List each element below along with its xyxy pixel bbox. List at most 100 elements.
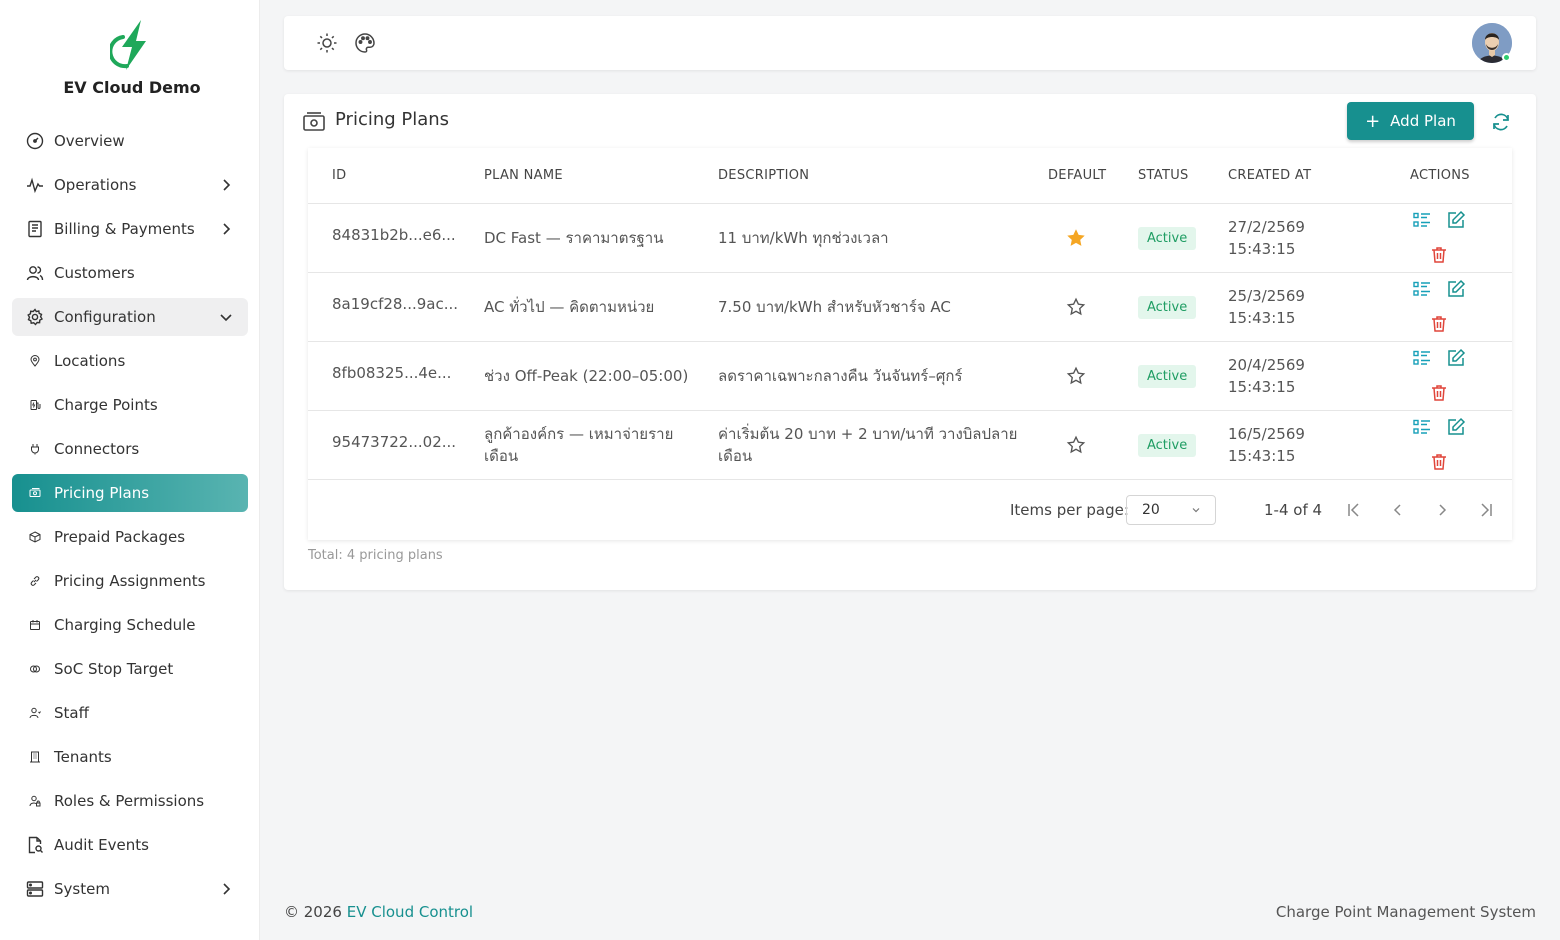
app-name: EV Cloud Demo: [63, 78, 201, 97]
table-header: ID PLAN NAME DESCRIPTION DEFAULT STATUS …: [308, 148, 1512, 204]
last-page-icon[interactable]: [1476, 500, 1496, 520]
details-list-icon[interactable]: [1412, 349, 1432, 369]
money-icon: [26, 484, 44, 502]
sun-icon[interactable]: [316, 32, 338, 54]
column-header-description[interactable]: DESCRIPTION: [718, 168, 809, 183]
sidebar-item-label: System: [54, 880, 110, 898]
paginator: Items per page: 20 1-4 of 4: [308, 480, 1512, 540]
next-page-icon[interactable]: [1432, 500, 1452, 520]
created-time: 15:43:15: [1228, 378, 1296, 396]
edit-icon[interactable]: [1446, 348, 1466, 368]
footer-brand-link[interactable]: EV Cloud Control: [347, 903, 473, 921]
plan-id: 95473722...02...: [332, 433, 457, 451]
chevron-down-icon: [220, 314, 232, 322]
star-outline-icon[interactable]: [1065, 434, 1087, 456]
delete-icon[interactable]: [1429, 314, 1449, 334]
sidebar-item-label: Operations: [54, 176, 137, 194]
sidebar-item-system[interactable]: System: [12, 870, 248, 908]
plus-icon: +: [1365, 110, 1381, 132]
sidebar-item-locations[interactable]: Locations: [12, 342, 248, 380]
footer-system-name: Charge Point Management System: [1275, 903, 1536, 921]
details-list-icon[interactable]: [1412, 418, 1432, 438]
column-header-actions: ACTIONS: [1410, 168, 1470, 183]
avatar[interactable]: [1472, 23, 1512, 63]
palette-icon[interactable]: [354, 32, 376, 54]
sidebar-item-prepaid-packages[interactable]: Prepaid Packages: [12, 518, 248, 556]
page-range: 1-4 of 4: [1264, 501, 1323, 519]
details-list-icon[interactable]: [1412, 280, 1432, 300]
star-filled-icon[interactable]: [1065, 227, 1087, 249]
sidebar-item-overview[interactable]: Overview: [12, 122, 248, 160]
column-header-created-at[interactable]: CREATED AT: [1228, 168, 1311, 183]
online-status-dot: [1502, 53, 1511, 62]
sidebar-item-charge-points[interactable]: Charge Points: [12, 386, 248, 424]
sidebar-item-pricing-assignments[interactable]: Pricing Assignments: [12, 562, 248, 600]
gauge-icon: [26, 132, 44, 150]
money-icon: [303, 112, 325, 131]
sidebar-item-soc-stop-target[interactable]: SoC Stop Target: [12, 650, 248, 688]
created-date: 16/5/2569: [1228, 425, 1305, 443]
sidebar-item-audit-events[interactable]: Audit Events: [12, 826, 248, 864]
pulse-icon: [26, 176, 44, 194]
column-header-status[interactable]: STATUS: [1138, 168, 1189, 183]
add-plan-label: Add Plan: [1390, 112, 1456, 130]
footer-copyright: © 2026 EV Cloud Control: [284, 903, 473, 921]
sidebar-item-billing[interactable]: Billing & Payments: [12, 210, 248, 248]
star-outline-icon[interactable]: [1065, 296, 1087, 318]
first-page-icon[interactable]: [1344, 500, 1364, 520]
edit-icon[interactable]: [1446, 279, 1466, 299]
sidebar-item-label: Charge Points: [54, 396, 158, 414]
sidebar-item-connectors[interactable]: Connectors: [12, 430, 248, 468]
link-icon: [26, 572, 44, 590]
sidebar-item-label: Prepaid Packages: [54, 528, 186, 546]
add-plan-button[interactable]: + Add Plan: [1347, 102, 1474, 140]
previous-page-icon[interactable]: [1388, 500, 1408, 520]
plug-icon: [26, 440, 44, 458]
refresh-icon[interactable]: [1490, 111, 1512, 133]
sidebar-item-charging-schedule[interactable]: Charging Schedule: [12, 606, 248, 644]
delete-icon[interactable]: [1429, 383, 1449, 403]
edit-icon[interactable]: [1446, 417, 1466, 437]
star-outline-icon[interactable]: [1065, 365, 1087, 387]
edit-icon[interactable]: [1446, 210, 1466, 230]
sidebar-item-label: Billing & Payments: [54, 220, 195, 238]
sidebar-item-configuration[interactable]: Configuration: [12, 298, 248, 336]
sidebar-item-label: Customers: [54, 264, 135, 282]
status-badge: Active: [1138, 227, 1197, 250]
sidebar-item-tenants[interactable]: Tenants: [12, 738, 248, 776]
sidebar-item-label: SoC Stop Target: [54, 660, 174, 678]
sidebar-item-staff[interactable]: Staff: [12, 694, 248, 732]
items-per-page-select[interactable]: 20: [1126, 495, 1216, 525]
sidebar-item-roles-permissions[interactable]: Roles & Permissions: [12, 782, 248, 820]
status-badge: Active: [1138, 365, 1197, 388]
status-badge: Active: [1138, 434, 1197, 457]
charger-icon: [26, 396, 44, 414]
table-row[interactable]: 95473722...02... ลูกค้าองค์กร — เหมาจ่าย…: [308, 411, 1512, 480]
sidebar-item-customers[interactable]: Customers: [12, 254, 248, 292]
plan-name: ลูกค้าองค์กร — เหมาจ่ายรายเดือน: [484, 425, 674, 465]
pricing-plans-card: Pricing Plans + Add Plan ID PLAN NAME DE…: [284, 94, 1536, 590]
column-header-default[interactable]: DEFAULT: [1048, 168, 1106, 183]
sidebar-item-label: Locations: [54, 352, 126, 370]
details-list-icon[interactable]: [1412, 211, 1432, 231]
created-time: 15:43:15: [1228, 447, 1296, 465]
delete-icon[interactable]: [1429, 452, 1449, 472]
sidebar-item-operations[interactable]: Operations: [12, 166, 248, 204]
box-icon: [26, 528, 44, 546]
created-date: 20/4/2569: [1228, 356, 1305, 374]
page-title: Pricing Plans: [335, 109, 450, 130]
sidebar-item-pricing-plans[interactable]: Pricing Plans: [12, 474, 248, 512]
column-header-id[interactable]: ID: [332, 168, 346, 183]
created-time: 15:43:15: [1228, 309, 1296, 327]
plan-name: DC Fast — ราคามาตรฐาน: [484, 229, 664, 247]
table-row[interactable]: 8fb08325...4e... ช่วง Off-Peak (22:00–05…: [308, 342, 1512, 411]
plan-description: ลดราคาเฉพาะกลางคืน วันจันทร์–ศุกร์: [718, 367, 963, 385]
delete-icon[interactable]: [1429, 245, 1449, 265]
sidebar-item-label: Staff: [54, 704, 89, 722]
building-icon: [26, 748, 44, 766]
table-row[interactable]: 8a19cf28...9ac... AC ทั่วไป — คิดตามหน่ว…: [308, 273, 1512, 342]
table-row[interactable]: 84831b2b...e6... DC Fast — ราคามาตรฐาน 1…: [308, 204, 1512, 273]
lock-icon: [26, 792, 44, 810]
status-badge: Active: [1138, 296, 1197, 319]
column-header-plan-name[interactable]: PLAN NAME: [484, 168, 563, 183]
